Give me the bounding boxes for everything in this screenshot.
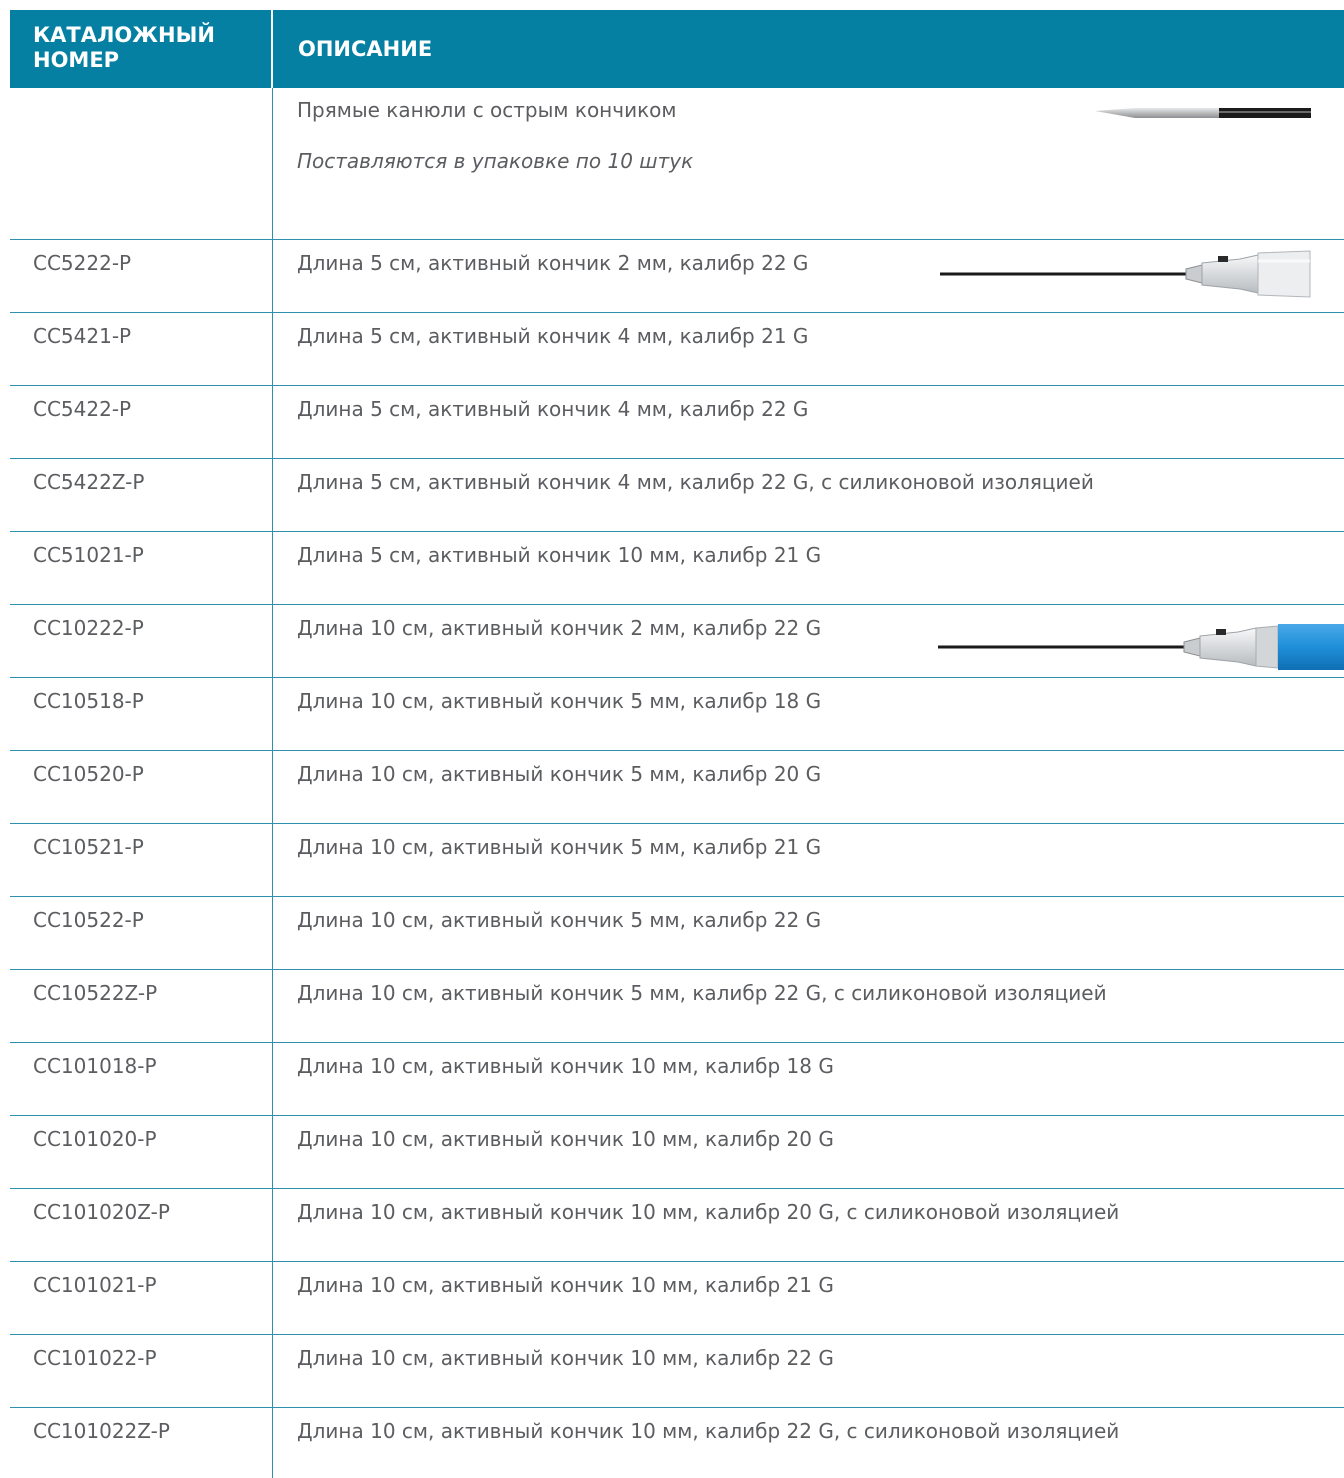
- description-cell: Длина 10 см, активный кончик 5 мм, калиб…: [297, 762, 822, 786]
- table-row: CC101022-P Длина 10 см, активный кончик 1…: [10, 1335, 1344, 1408]
- table-row: CC10522-P Длина 10 см, активный кончик 5 …: [10, 897, 1344, 970]
- cannula-blue-hub-image: [938, 624, 1344, 670]
- description-cell: Длина 10 см, активный кончик 5 мм, калиб…: [297, 908, 822, 932]
- table-row: CC101021-P Длина 10 см, активный кончик 1…: [10, 1262, 1344, 1335]
- catalog-number-cell: CC10222-P: [10, 605, 273, 677]
- table-row: CC10520-P Длина 10 см, активный кончик 5 …: [10, 751, 1344, 824]
- catalog-number-cell: CC10518-P: [10, 678, 273, 750]
- catalog-number-cell: CC5422-P: [10, 386, 273, 458]
- description-cell: Длина 10 см, активный кончик 5 мм, калиб…: [297, 981, 1107, 1005]
- catalog-number-cell: CC101020Z-P: [10, 1189, 273, 1261]
- table-row: CC51021-P Длина 5 см, активный кончик 10 …: [10, 532, 1344, 605]
- catalog-table: КАТАЛОЖНЫЙ НОМЕР ОПИСАНИЕ Прямые канюли …: [10, 10, 1344, 1478]
- description-cell: Длина 10 см, активный кончик 10 мм, кали…: [297, 1054, 834, 1078]
- intro-code-cell: [10, 88, 273, 239]
- table-row: CC101020-P Длина 10 см, активный кончик 1…: [10, 1116, 1344, 1189]
- table-row: CC101022Z-P Длина 10 см, активный кончик …: [10, 1408, 1344, 1478]
- description-cell: Длина 10 см, активный кончик 5 мм, калиб…: [297, 835, 822, 859]
- table-row: CC5422Z-P Длина 5 см, активный кончик 4 м…: [10, 459, 1344, 532]
- catalog-number-cell: CC5421-P: [10, 313, 273, 385]
- table-header: КАТАЛОЖНЫЙ НОМЕР ОПИСАНИЕ: [10, 10, 1344, 88]
- description-cell: Длина 5 см, активный кончик 10 мм, калиб…: [297, 543, 822, 567]
- header-description: ОПИСАНИЕ: [298, 37, 433, 61]
- catalog-number-cell: CC10520-P: [10, 751, 273, 823]
- table-row: CC10522Z-P Длина 10 см, активный кончик 5…: [10, 970, 1344, 1043]
- description-cell: Длина 10 см, активный кончик 10 мм, кали…: [297, 1346, 834, 1370]
- description-cell: Длина 10 см, активный кончик 5 мм, калиб…: [297, 689, 822, 713]
- table-row: CC10518-P Длина 10 см, активный кончик 5 …: [10, 678, 1344, 751]
- catalog-number-cell: CC101022Z-P: [10, 1408, 273, 1478]
- table-row: CC5421-P Длина 5 см, активный кончик 4 мм…: [10, 313, 1344, 386]
- cannula-clear-hub-image: [940, 250, 1311, 298]
- catalog-number-cell: CC101021-P: [10, 1262, 273, 1334]
- description-cell: Длина 5 см, активный кончик 4 мм, калибр…: [297, 324, 809, 348]
- catalog-number-cell: CC10522Z-P: [10, 970, 273, 1042]
- catalog-number-cell: CC51021-P: [10, 532, 273, 604]
- table-row: CC101018-P Длина 10 см, активный кончик 1…: [10, 1043, 1344, 1116]
- header-catalog-number: КАТАЛОЖНЫЙ НОМЕР: [10, 10, 273, 88]
- table-row: CC10521-P Длина 10 см, активный кончик 5 …: [10, 824, 1344, 897]
- description-cell: Длина 10 см, активный кончик 10 мм, кали…: [297, 1419, 1120, 1443]
- description-cell: Длина 5 см, активный кончик 4 мм, калибр…: [297, 397, 809, 421]
- description-cell: Длина 10 см, активный кончик 10 мм, кали…: [297, 1127, 834, 1151]
- catalog-number-cell: CC5422Z-P: [10, 459, 273, 531]
- catalog-number-cell: CC10521-P: [10, 824, 273, 896]
- catalog-number-cell: CC10522-P: [10, 897, 273, 969]
- catalog-number-cell: CC101018-P: [10, 1043, 273, 1115]
- description-cell: Длина 10 см, активный кончик 10 мм, кали…: [297, 1200, 1120, 1224]
- table-row: CC5422-P Длина 5 см, активный кончик 4 мм…: [10, 386, 1344, 459]
- cannula-tip-image: [1095, 108, 1311, 118]
- description-cell: Длина 5 см, активный кончик 4 мм, калибр…: [297, 470, 1094, 494]
- catalog-number-cell: CC101020-P: [10, 1116, 273, 1188]
- catalog-number-cell: CC101022-P: [10, 1335, 273, 1407]
- intro-title: Прямые канюли с острым кончиком: [297, 98, 677, 122]
- catalog-number-cell: CC5222-P: [10, 240, 273, 312]
- intro-note: Поставляются в упаковке по 10 штук: [297, 149, 694, 173]
- table-row: CC101020Z-P Длина 10 см, активный кончик …: [10, 1189, 1344, 1262]
- description-cell: Длина 10 см, активный кончик 10 мм, кали…: [297, 1273, 834, 1297]
